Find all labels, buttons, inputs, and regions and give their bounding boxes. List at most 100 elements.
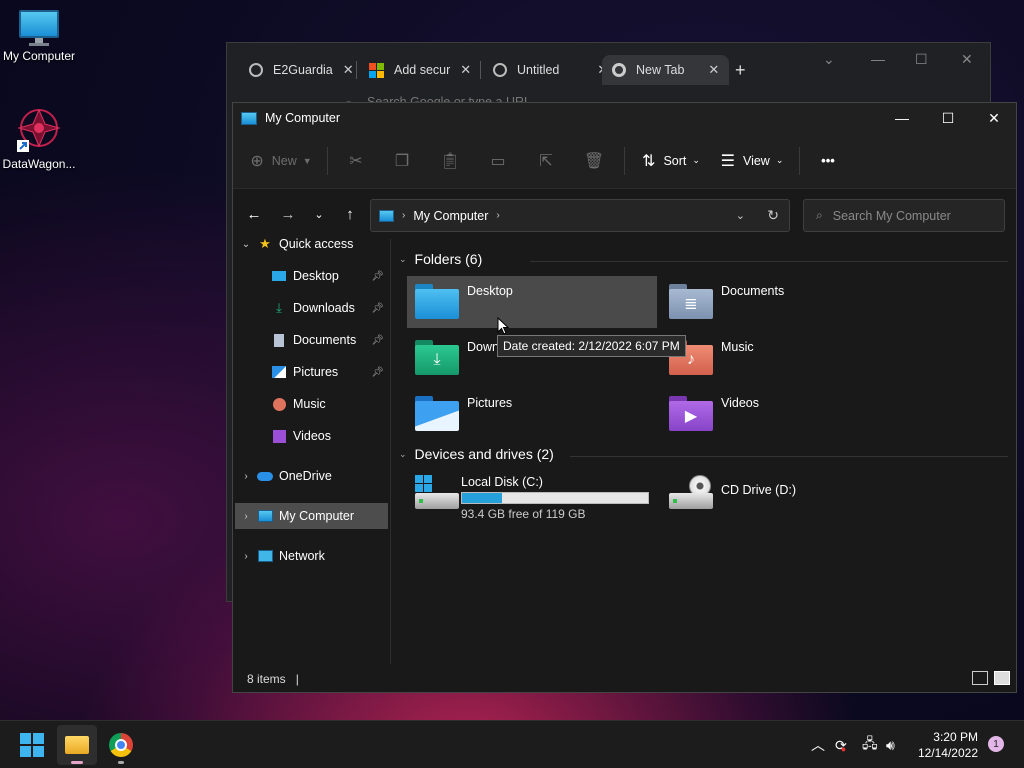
sidebar-item-label: Pictures [293, 365, 339, 379]
microsoft-logo-icon [369, 62, 384, 78]
drive-tile-local-disk[interactable]: Local Disk (C:) 93.4 GB free of 119 GB [407, 469, 657, 523]
paste-button[interactable]: 📋︎ [426, 145, 474, 177]
close-icon[interactable]: ✕ [343, 62, 354, 78]
chevron-right-icon[interactable]: › [235, 471, 257, 482]
globe-icon [249, 63, 263, 77]
drive-free-space: 93.4 GB free of 119 GB [461, 507, 586, 521]
tab-title: Untitled [517, 63, 560, 77]
search-input[interactable] [832, 208, 993, 223]
sidebar-item-label: My Computer [279, 509, 355, 523]
window-title: My Computer [265, 111, 341, 125]
new-tab-button[interactable]: + [735, 55, 746, 85]
cut-button[interactable]: ✂ [334, 145, 378, 177]
back-button[interactable]: ← [237, 199, 271, 229]
desktop-icon-my-computer[interactable]: My Computer [0, 10, 78, 63]
taskbar-file-explorer[interactable] [57, 725, 97, 765]
tooltip: Date created: 2/12/2022 6:07 PM [497, 335, 686, 357]
maximize-button[interactable]: ☐ [925, 103, 971, 133]
up-button[interactable]: ↑ [333, 199, 367, 229]
more-options-button[interactable]: ••• [806, 145, 850, 177]
folders-group-header[interactable]: ⌄ Folders (6) [399, 251, 482, 267]
rename-button[interactable]: ▭ [474, 145, 522, 177]
desktop-icon-label: My Computer [2, 49, 76, 63]
new-button[interactable]: ⊕ New ▼ [241, 145, 321, 177]
folder-tile-music[interactable]: ♪ Music [661, 332, 911, 384]
minimize-button[interactable]: — [879, 103, 925, 133]
sidebar-item-label: Downloads [293, 301, 355, 315]
drives-group-header[interactable]: ⌄ Devices and drives (2) [399, 446, 554, 462]
cloud-icon [257, 468, 273, 484]
sidebar-item-label: Music [293, 397, 326, 411]
close-icon[interactable]: ✕ [961, 51, 973, 68]
cd-drive-icon [669, 475, 713, 513]
folder-tile-documents[interactable]: ≣ Documents [661, 276, 911, 328]
sidebar-item-downloads[interactable]: ⤓ Downloads 📌︎ [235, 295, 388, 321]
sort-button[interactable]: ⇅ Sort ⌄ [631, 145, 711, 177]
clipboard-icon: 📋︎ [439, 152, 461, 170]
breadcrumb-my-computer[interactable]: My Computer [413, 209, 488, 223]
sidebar-item-my-computer[interactable]: › My Computer [235, 503, 388, 529]
taskbar-chrome[interactable] [101, 725, 141, 765]
chevron-down-icon[interactable]: ⌄ [823, 51, 835, 68]
mouse-cursor-icon [497, 316, 510, 338]
large-icons-view-icon[interactable] [994, 671, 1010, 685]
share-button[interactable]: ⇱ [522, 145, 570, 177]
sidebar-item-pictures[interactable]: Pictures 📌︎ [235, 359, 388, 385]
sidebar-item-desktop[interactable]: Desktop 📌︎ [235, 263, 388, 289]
delete-button[interactable]: 🗑︎ [570, 145, 618, 177]
close-icon[interactable]: ✕ [460, 62, 471, 78]
videos-folder-icon: ▶ [669, 394, 713, 432]
chevron-down-icon[interactable]: ⌄ [736, 209, 745, 222]
show-hidden-icons[interactable]: ︿ [811, 721, 825, 768]
chevron-down-icon[interactable]: ⌄ [399, 449, 407, 460]
sidebar-item-documents[interactable]: Documents 📌︎ [235, 327, 388, 353]
chrome-tab-e2guardian[interactable]: E2Guardia ✕ [249, 55, 354, 85]
maximize-icon[interactable]: ☐ [915, 51, 928, 68]
folder-tile-videos[interactable]: ▶ Videos [661, 388, 911, 440]
sidebar-item-onedrive[interactable]: › OneDrive [235, 463, 388, 489]
volume-icon[interactable]: 🔊︎ [886, 721, 895, 768]
chrome-tab-add-security[interactable]: Add secur ✕ [369, 55, 471, 85]
datawagon-logo-icon [15, 106, 63, 154]
chevron-down-icon: ⌄ [692, 155, 700, 165]
network-tray-icon[interactable]: 🖧︎ [862, 721, 878, 768]
arrow-right-icon: → [280, 205, 296, 223]
sync-icon[interactable]: ⟳ ● [835, 721, 847, 768]
forward-button[interactable]: → [271, 199, 305, 229]
drive-name: Local Disk (C:) [461, 475, 543, 489]
chevron-right-icon[interactable]: › [235, 511, 257, 522]
refresh-icon[interactable]: ↻ [767, 207, 779, 224]
details-view-icon[interactable] [972, 671, 988, 685]
drive-tile-cd-drive[interactable]: CD Drive (D:) [661, 469, 911, 523]
folder-tile-pictures[interactable]: Pictures [407, 388, 657, 440]
sidebar-item-network[interactable]: › Network [235, 543, 388, 569]
pin-icon: 📌︎ [371, 270, 384, 282]
chevron-right-icon[interactable]: › [496, 210, 499, 221]
start-button[interactable] [12, 725, 52, 765]
address-bar[interactable]: › My Computer › ⌄ ↻ [370, 199, 790, 232]
close-icon[interactable]: ✕ [708, 62, 719, 78]
chevron-down-icon: ⌄ [775, 155, 784, 165]
chevron-right-icon[interactable]: › [235, 551, 257, 562]
search-box[interactable]: ⌕ [803, 199, 1005, 232]
sidebar-item-quick-access[interactable]: ⌄ ★ Quick access [235, 231, 388, 257]
chrome-tab-untitled[interactable]: Untitled ✕ [493, 55, 608, 85]
clock-time: 3:20 PM [933, 730, 978, 744]
drive-name: CD Drive (D:) [721, 483, 796, 497]
minimize-icon[interactable]: — [871, 51, 885, 67]
recent-locations-button[interactable]: ⌄ [305, 199, 333, 229]
chrome-tab-new-tab[interactable]: New Tab ✕ [602, 55, 730, 85]
clock[interactable]: 3:20 PM 12/14/2022 [912, 729, 978, 761]
view-button[interactable]: ☰ View ⌄ [711, 145, 793, 177]
desktop-icon-datawagon[interactable]: DataWagon... [0, 106, 78, 171]
close-button[interactable]: ✕ [971, 103, 1017, 133]
folder-tile-desktop[interactable]: Desktop [407, 276, 657, 328]
network-icon [257, 548, 273, 564]
chevron-down-icon[interactable]: ⌄ [235, 239, 257, 250]
copy-button[interactable]: ❐ [378, 145, 426, 177]
folder-name: Videos [721, 396, 759, 410]
notification-badge[interactable]: 1 [988, 736, 1004, 752]
chevron-down-icon[interactable]: ⌄ [399, 254, 407, 265]
sidebar-item-music[interactable]: Music [235, 391, 388, 417]
sidebar-item-videos[interactable]: Videos [235, 423, 388, 449]
